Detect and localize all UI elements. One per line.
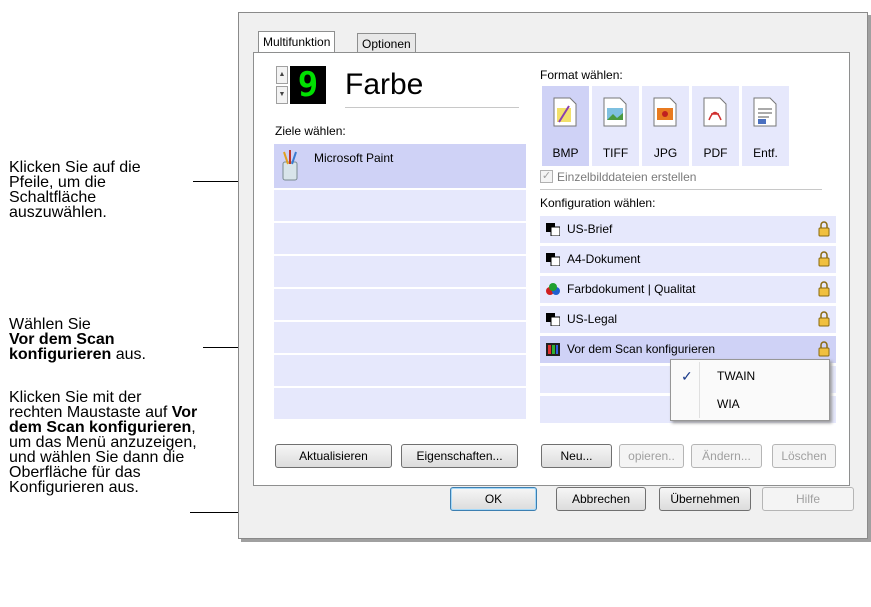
- single-page-checkbox[interactable]: ✓: [540, 170, 553, 183]
- destination-empty-row: [274, 256, 526, 287]
- profile-separator: [345, 107, 519, 108]
- color-icon: [546, 283, 560, 295]
- destinations-list[interactable]: Microsoft Paint: [274, 144, 526, 432]
- refresh-button[interactable]: Aktualisieren: [275, 444, 392, 468]
- destination-empty-row: [274, 223, 526, 254]
- lock-icon: [818, 311, 830, 327]
- annotation-arrows: Klicken Sie auf die Pfeile, um die Schal…: [9, 159, 189, 221]
- format-tiff-label: TIFF: [602, 146, 629, 160]
- edit-button[interactable]: Ändern...: [691, 444, 762, 468]
- delete-button[interactable]: Löschen: [772, 444, 836, 468]
- destination-empty-row: [274, 355, 526, 386]
- profile-name: Farbe: [345, 68, 424, 101]
- format-bmp-label: BMP: [552, 146, 579, 160]
- config-item-label: Farbdokument | Qualitat: [567, 282, 696, 296]
- text-file-icon: [753, 97, 777, 127]
- config-item-label: US-Legal: [567, 312, 618, 326]
- tab-multifunktion[interactable]: Multifunktion: [258, 31, 336, 53]
- config-item-a4-dokument[interactable]: A4-Dokument: [540, 246, 836, 273]
- format-tiff[interactable]: TIFF: [592, 86, 639, 166]
- destinations-label: Ziele wählen:: [275, 124, 346, 138]
- properties-button[interactable]: Eigenschaften...: [401, 444, 518, 468]
- cancel-button[interactable]: Abbrechen: [556, 487, 646, 511]
- format-pdf[interactable]: PDF: [692, 86, 739, 166]
- format-separator: [540, 189, 822, 190]
- bmp-file-icon: [553, 97, 577, 127]
- black-white-icon: [546, 253, 560, 266]
- single-page-checkbox-label: Einzelbilddateien erstellen: [557, 170, 697, 184]
- tiff-file-icon: [603, 97, 627, 127]
- format-jpg[interactable]: JPG: [642, 86, 689, 166]
- destination-empty-row: [274, 322, 526, 353]
- annotation-arrows-text: Klicken Sie auf die Pfeile, um die Schal…: [9, 159, 141, 221]
- copy-button[interactable]: opieren..: [619, 444, 684, 468]
- config-item-label: US-Brief: [567, 222, 613, 236]
- lock-icon: [818, 281, 830, 297]
- format-bmp[interactable]: BMP: [542, 86, 589, 166]
- format-text[interactable]: Entf.: [742, 86, 789, 166]
- format-label: Format wählen:: [540, 68, 623, 82]
- spin-up-icon[interactable]: ▲: [276, 66, 288, 84]
- spin-down-icon[interactable]: ▼: [276, 86, 288, 104]
- config-item-us-brief[interactable]: US-Brief: [540, 216, 836, 243]
- lock-icon: [818, 251, 830, 267]
- config-item-us-legal[interactable]: US-Legal: [540, 306, 836, 333]
- tab-optionen[interactable]: Optionen: [357, 33, 416, 53]
- jpg-file-icon: [653, 97, 677, 127]
- annotation-right-click: Klicken Sie mit der rechten Maustaste au…: [9, 389, 199, 496]
- config-item-farbdokument[interactable]: Farbdokument | Qualitat: [540, 276, 836, 303]
- annotation-select-config-bold: Vor dem Scan konfigurieren: [9, 331, 115, 363]
- format-pdf-label: PDF: [703, 146, 728, 160]
- format-jpg-label: JPG: [653, 146, 678, 160]
- menu-item-wia[interactable]: WIA: [673, 392, 827, 416]
- annotation-select-config: Wählen Sie Vor dem Scan konfigurieren au…: [9, 317, 209, 363]
- annotation-select-config-post: aus.: [115, 346, 146, 363]
- destination-empty-row: [274, 190, 526, 221]
- config-item-label: A4-Dokument: [567, 252, 641, 266]
- menu-item-wia-label: WIA: [717, 397, 740, 411]
- lock-icon: [818, 221, 830, 237]
- interface-context-menu: ✓ TWAIN WIA: [670, 359, 830, 421]
- new-button[interactable]: Neu...: [541, 444, 612, 468]
- destination-empty-row: [274, 388, 526, 419]
- black-white-icon: [546, 223, 560, 236]
- checkmark-icon: ✓: [681, 368, 693, 384]
- pdf-file-icon: [703, 97, 727, 127]
- help-button[interactable]: Hilfe: [762, 487, 854, 511]
- configure-before-scan-icon: [546, 343, 560, 356]
- profile-spinner[interactable]: ▲ ▼: [276, 66, 288, 104]
- black-white-icon: [546, 313, 560, 326]
- profile-number: 9: [290, 66, 326, 104]
- destination-item-microsoft-paint[interactable]: Microsoft Paint: [274, 144, 526, 188]
- annotation-right-click-pre: Klicken Sie mit der rechten Maustaste au…: [9, 389, 168, 421]
- apply-button[interactable]: Übernehmen: [659, 487, 751, 511]
- menu-item-twain-label: TWAIN: [717, 369, 756, 383]
- ok-button[interactable]: OK: [450, 487, 537, 511]
- menu-item-twain[interactable]: ✓ TWAIN: [673, 364, 827, 388]
- format-text-label: Entf.: [753, 146, 778, 160]
- config-label: Konfiguration wählen:: [540, 196, 656, 210]
- paint-brush-icon: [282, 150, 298, 181]
- destination-item-label: Microsoft Paint: [314, 151, 394, 165]
- destination-empty-row: [274, 289, 526, 320]
- lock-icon: [818, 341, 830, 357]
